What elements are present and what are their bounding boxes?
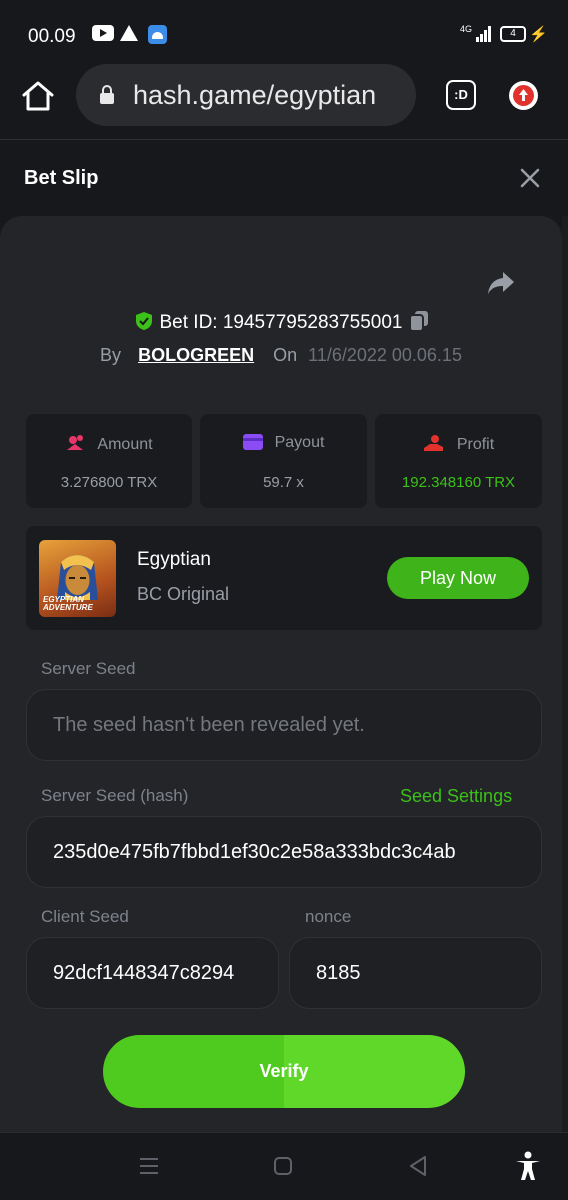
close-icon[interactable] [518, 166, 542, 190]
game-panel: EGYPTIAN ADVENTURE Egyptian BC Original … [26, 526, 542, 630]
verify-button[interactable]: Verify [103, 1035, 465, 1108]
browser-toolbar: hash.game/egyptian :D [0, 64, 568, 140]
hand-coin-icon [423, 435, 443, 451]
copy-icon[interactable] [408, 310, 429, 332]
nonce-input[interactable] [290, 938, 541, 1008]
nonce-label: nonce [305, 907, 352, 926]
game-name: Egyptian [137, 549, 211, 570]
username-link[interactable]: BOLOGREEN [138, 345, 254, 365]
server-seed-label: Server Seed [41, 659, 136, 678]
client-seed-input[interactable] [27, 938, 278, 1008]
game-provider: BC Original [137, 584, 230, 604]
profit-stat: Profit 192.348160 TRX [375, 414, 542, 508]
game-thumbnail[interactable]: EGYPTIAN ADVENTURE [39, 540, 116, 617]
system-nav-bar [0, 1132, 568, 1200]
url-text: hash.game/egyptian [133, 80, 377, 110]
menu-icon[interactable] [139, 1155, 159, 1177]
accessibility-icon[interactable] [514, 1151, 542, 1181]
seed-settings-link[interactable]: Seed Settings [400, 786, 512, 807]
home-square-icon[interactable] [273, 1155, 293, 1177]
android-icon [148, 25, 167, 44]
scrollbar[interactable] [562, 216, 568, 1132]
tabs-button[interactable]: :D [446, 80, 476, 110]
arrow-up-icon [519, 89, 528, 101]
server-seed-hash-input[interactable] [27, 817, 541, 887]
payout-stat: Payout 59.7 x [200, 414, 367, 508]
upload-button[interactable] [509, 81, 538, 110]
client-seed-label: Client Seed [41, 907, 129, 926]
address-bar[interactable]: hash.game/egyptian [76, 64, 416, 126]
server-seed-field[interactable] [26, 689, 542, 761]
bet-id-text: Bet ID: 19457795283755001 [159, 312, 403, 333]
on-label: On [273, 345, 298, 365]
payout-label: Payout [274, 434, 325, 451]
by-label: By [100, 345, 122, 365]
client-seed-field[interactable] [26, 937, 279, 1009]
back-icon[interactable] [408, 1155, 428, 1177]
lock-icon [100, 85, 114, 104]
coins-icon [67, 435, 84, 450]
server-seed-hash-label: Server Seed (hash) [41, 786, 189, 805]
thumb-title: EGYPTIAN ADVENTURE [43, 595, 93, 612]
warning-icon [120, 25, 138, 41]
amount-label: Amount [97, 436, 153, 453]
bet-slip-header: Bet Slip [0, 141, 568, 215]
bet-author-row: By BOLOGREEN On 11/6/2022 00.06.15 [0, 345, 562, 366]
card-icon [242, 434, 263, 450]
payout-value: 59.7 x [263, 474, 304, 491]
home-icon[interactable] [20, 78, 56, 114]
bet-id-row: Bet ID: 19457795283755001 [0, 310, 562, 334]
status-time: 00.09 [28, 26, 76, 47]
amount-stat: Amount 3.276800 TRX [26, 414, 192, 508]
charging-icon: ⚡ [529, 26, 548, 43]
network-type-label: 4G [460, 24, 473, 34]
amount-value: 3.276800 TRX [60, 474, 158, 491]
server-seed-hash-field[interactable] [26, 816, 542, 888]
play-now-button[interactable]: Play Now [387, 557, 529, 599]
bet-slip-title: Bet Slip [24, 167, 99, 189]
youtube-icon [92, 25, 114, 41]
server-seed-input[interactable] [27, 690, 541, 760]
battery-icon: 4 [500, 26, 526, 42]
profit-value: 192.348160 TRX [401, 474, 516, 491]
nonce-field[interactable] [289, 937, 542, 1009]
share-icon[interactable] [486, 270, 516, 296]
profit-label: Profit [456, 436, 495, 453]
status-bar: 00.09 4G 4 ⚡ [0, 0, 568, 64]
bet-date: 11/6/2022 00.06.15 [308, 345, 462, 365]
shield-check-icon [135, 312, 152, 330]
signal-icon [476, 26, 492, 42]
